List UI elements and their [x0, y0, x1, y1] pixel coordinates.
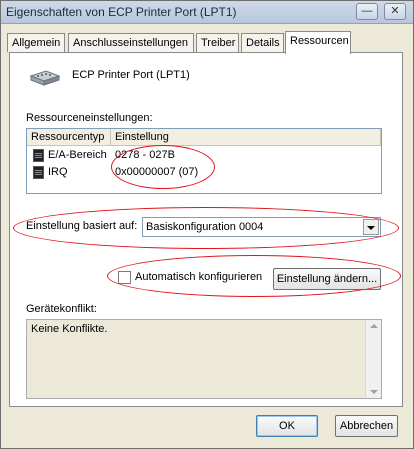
ok-button[interactable]: OK	[256, 415, 318, 437]
window-title: Eigenschaften von ECP Printer Port (LPT1…	[6, 5, 237, 19]
based-on-label: Einstellung basiert auf:	[26, 220, 138, 232]
printer-port-icon	[28, 67, 62, 87]
scroll-up-icon[interactable]	[370, 324, 378, 328]
tab-ressourcen[interactable]: Ressourcen	[285, 31, 351, 54]
column-header-setting[interactable]: Einstellung	[111, 129, 381, 146]
conflict-label: Gerätekonflikt:	[26, 303, 97, 315]
title-bar[interactable]: Eigenschaften von ECP Printer Port (LPT1…	[1, 1, 413, 24]
minimize-button[interactable]: —	[356, 3, 378, 20]
close-button[interactable]: ✕	[384, 3, 406, 20]
based-on-select[interactable]: Basiskonfiguration 0004	[142, 217, 381, 237]
tab-allgemein[interactable]: Allgemein	[7, 33, 65, 52]
scroll-down-icon[interactable]	[370, 390, 378, 394]
table-row[interactable]: E/A-Bereich 0278 - 027B	[27, 148, 381, 164]
device-name: ECP Printer Port (LPT1)	[72, 69, 190, 81]
chevron-down-icon[interactable]	[363, 219, 379, 235]
auto-config-checkbox[interactable]	[118, 271, 131, 284]
resource-type-cell: IRQ	[48, 166, 68, 178]
resources-label: Ressourceneinstellungen:	[26, 112, 153, 124]
chip-icon	[33, 166, 44, 179]
properties-dialog: Eigenschaften von ECP Printer Port (LPT1…	[0, 0, 414, 449]
cancel-button[interactable]: Abbrechen	[335, 415, 398, 437]
resource-setting-cell: 0278 - 027B	[115, 149, 175, 161]
based-on-value: Basiskonfiguration 0004	[146, 221, 264, 233]
change-setting-button[interactable]: Einstellung ändern...	[273, 268, 381, 290]
resource-setting-cell: 0x00000007 (07)	[115, 166, 199, 178]
tab-details[interactable]: Details	[241, 33, 284, 52]
resources-list[interactable]: Ressourcentyp Einstellung E/A-Bereich 02…	[26, 128, 382, 194]
auto-config-label[interactable]: Automatisch konfigurieren	[135, 271, 262, 283]
tab-treiber[interactable]: Treiber	[196, 33, 239, 52]
table-row[interactable]: IRQ 0x00000007 (07)	[27, 165, 381, 181]
column-header-type[interactable]: Ressourcentyp	[27, 129, 111, 146]
chip-icon	[33, 149, 44, 162]
vertical-scrollbar[interactable]	[365, 320, 381, 398]
resource-type-cell: E/A-Bereich	[48, 149, 107, 161]
tab-anschlusseinstellungen[interactable]: Anschlusseinstellungen	[68, 33, 194, 52]
conflict-text: Keine Konflikte.	[31, 323, 108, 335]
conflict-textbox[interactable]: Keine Konflikte.	[26, 319, 382, 399]
